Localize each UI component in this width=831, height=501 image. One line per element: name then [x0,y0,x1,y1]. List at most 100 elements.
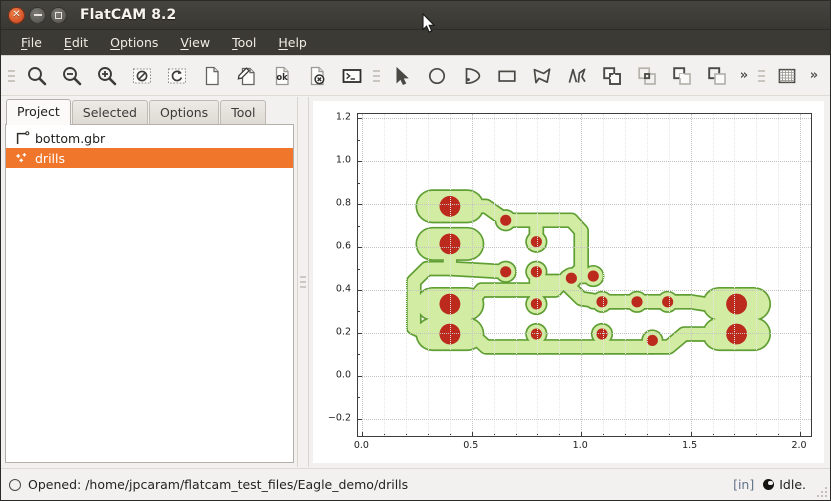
overflow-chevron-icon[interactable]: » [734,68,754,83]
union-icon[interactable] [594,59,629,93]
new-project-icon[interactable] [194,59,229,93]
add-circle-icon[interactable] [419,59,454,93]
tab-selected[interactable]: Selected [72,100,148,125]
grid-snap-icon[interactable] [769,59,804,93]
zoom-in-icon[interactable] [89,59,124,93]
menu-edit[interactable]: Edit [53,32,99,53]
grid-line [713,114,714,436]
add-rectangle-icon[interactable] [489,59,524,93]
toolbar-grip-1[interactable] [7,63,16,89]
record-circle-icon [9,479,21,491]
axis-tick [358,204,362,205]
grid-line [358,333,811,334]
axis-tick [358,376,362,377]
panel-splitter[interactable] [297,97,309,467]
axis-tick-label: 0.2 [317,326,351,337]
maximize-button[interactable] [50,7,67,24]
resize-grip[interactable] [815,485,827,497]
axis-tick-label: 2.0 [791,440,806,451]
grid-line [358,290,811,291]
tab-options[interactable]: Options [149,100,219,125]
zoom-out-icon[interactable] [54,59,89,93]
gerber-object-icon [12,131,32,146]
drill-hole [662,296,673,307]
drill-hole [726,294,747,315]
toolbar-grip-2[interactable] [372,63,381,89]
grid-line [358,247,811,248]
menu-options-rest: ptions [120,35,158,50]
delete-object-icon[interactable] [299,59,334,93]
menu-tool[interactable]: Tool [221,32,267,53]
grid-line [358,376,811,377]
grid-line [494,114,495,436]
grid-line [800,114,801,436]
menu-bar: File Edit Options View Tool Help [1,30,830,56]
axis-tick [358,290,362,291]
main-toolbar: ok [1,56,830,96]
edit-object-icon[interactable] [229,59,264,93]
axis-tick [358,354,360,355]
intersection-icon[interactable] [629,59,664,93]
grid-line [734,114,735,436]
units-indicator[interactable]: [in] [733,477,754,492]
grid-line [756,114,757,436]
grid-line [647,114,648,436]
grid-line [581,114,582,436]
toolbar-grip-3[interactable] [757,63,766,89]
svg-text:ok: ok [276,72,288,82]
tree-item-label: bottom.gbr [35,131,105,146]
drill-hole [566,273,577,284]
grid-line [406,114,407,436]
drill-hole [531,266,542,277]
menu-file[interactable]: File [10,32,53,53]
save-object-icon[interactable]: ok [264,59,299,93]
drill-hole [631,296,642,307]
clear-plot-icon[interactable] [124,59,159,93]
close-button[interactable]: ✕ [8,7,25,24]
add-polygon-icon[interactable] [524,59,559,93]
axis-tick-label: 1.2 [317,112,351,123]
grid-line [358,161,811,162]
flatcam-window: ✕ FlatCAM 8.2 File Edit Options View Too… [0,0,831,501]
cut-icon[interactable] [699,59,734,93]
add-arc-icon[interactable] [454,59,489,93]
left-panel: Project Selected Options Tool bottom.gbr [1,97,297,467]
grid-line [358,118,811,119]
menu-view[interactable]: View [169,32,221,53]
axis-tick [362,432,363,436]
replot-icon[interactable] [159,59,194,93]
tab-project[interactable]: Project [6,99,71,125]
grid-line [450,114,451,436]
axis-tick [358,311,360,312]
axis-tick-label: 1.0 [573,440,588,451]
select-cursor-icon[interactable] [384,59,419,93]
menu-edit-rest: dit [72,35,88,50]
state-label: Idle. [779,477,806,492]
toolbar-expand-chevron-icon[interactable]: » [804,68,824,83]
subtract-icon[interactable] [664,59,699,93]
plot-canvas[interactable]: 0.00.51.01.52.0−0.20.00.20.40.60.81.01.2 [313,101,824,463]
minimize-button[interactable] [29,7,46,24]
menu-view-rest: iew [189,35,210,50]
drill-hole [531,298,542,309]
menu-help[interactable]: Help [267,32,318,53]
plot-axes[interactable] [357,113,812,437]
menu-options[interactable]: Options [99,32,169,53]
axis-tick [691,432,692,436]
tree-item-bottom-gbr[interactable]: bottom.gbr [6,128,293,148]
drill-hole [596,296,607,307]
project-tree[interactable]: bottom.gbr drills [5,124,294,463]
menu-file-rest: ile [27,35,42,50]
zoom-fit-icon[interactable] [19,59,54,93]
grid-line [428,114,429,436]
window-title: FlatCAM 8.2 [80,7,176,23]
tab-tool[interactable]: Tool [220,100,266,125]
add-path-icon[interactable] [559,59,594,93]
axis-tick-label: 0.6 [317,241,351,252]
tree-item-drills[interactable]: drills [6,148,293,168]
window-controls: ✕ [8,7,67,24]
axis-tick-label: 1.0 [317,155,351,166]
activity-dot-icon [763,479,774,490]
shell-icon[interactable] [334,59,369,93]
axis-tick [358,226,360,227]
